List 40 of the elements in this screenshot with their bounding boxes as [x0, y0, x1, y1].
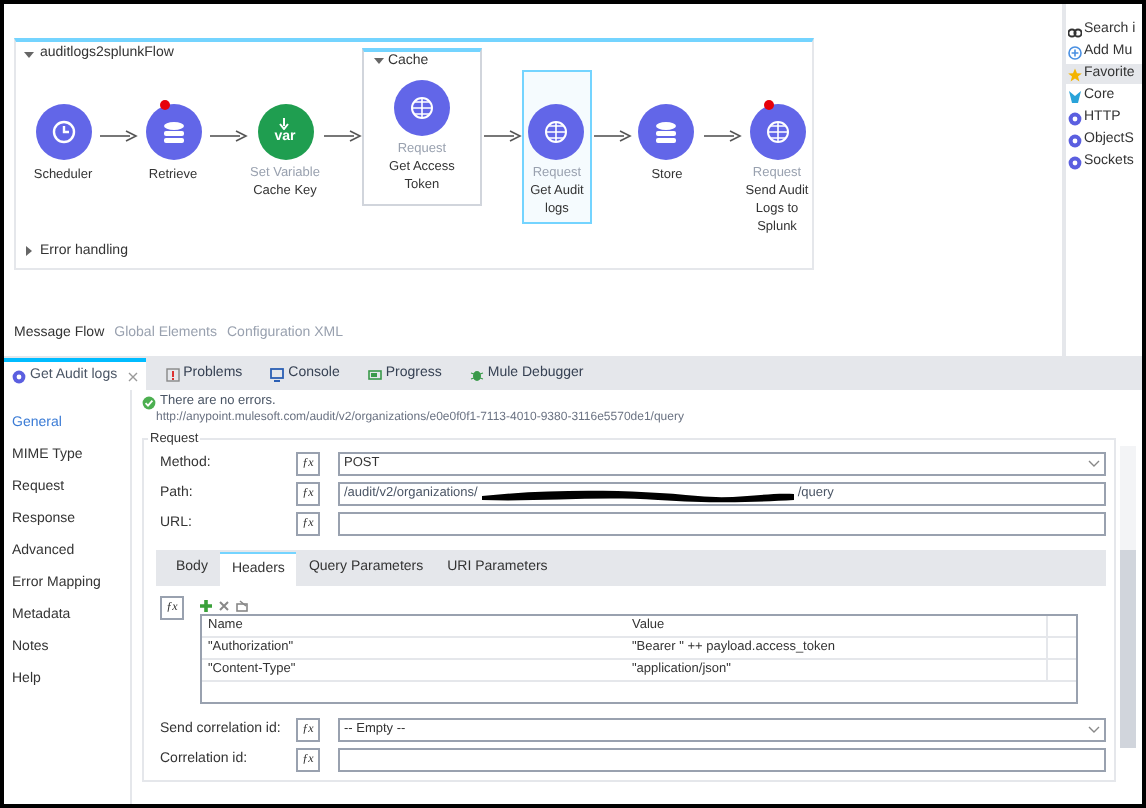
chevron-down-icon	[1088, 726, 1100, 734]
progress-icon	[367, 367, 382, 381]
globe-icon	[542, 117, 571, 145]
connector-arrow	[98, 127, 139, 143]
collapse-icon	[22, 47, 36, 62]
star-icon	[1068, 67, 1082, 81]
chevron-down-icon	[1088, 460, 1100, 468]
monitor-icon	[270, 367, 285, 381]
module-icon	[12, 369, 26, 383]
add-icon	[200, 599, 212, 611]
expand-icon	[22, 244, 36, 259]
connector-arrow	[702, 127, 742, 143]
component-node[interactable]	[749, 103, 805, 159]
database-icon	[159, 117, 188, 145]
connector-arrow	[208, 127, 249, 143]
problems-icon	[165, 367, 180, 381]
input-field[interactable]	[338, 748, 1106, 772]
clock-icon	[49, 117, 77, 145]
down-arrow-icon	[278, 118, 291, 130]
scrollbar[interactable]	[1120, 446, 1136, 748]
collapse-icon	[371, 54, 386, 69]
component-node[interactable]	[528, 103, 585, 159]
check-icon	[142, 395, 156, 409]
delete-icon	[218, 599, 230, 611]
database-icon	[652, 117, 681, 145]
add-icon	[1068, 45, 1082, 59]
connector-arrow	[321, 127, 362, 143]
bug-icon	[469, 367, 484, 381]
component-node[interactable]	[145, 103, 202, 159]
input-field[interactable]	[338, 512, 1106, 536]
connector-arrow	[591, 127, 632, 143]
component-node[interactable]	[393, 80, 450, 136]
edit-icon	[236, 599, 248, 611]
component-node[interactable]	[35, 103, 91, 159]
core-icon	[1068, 89, 1082, 103]
binoculars-icon	[1068, 23, 1082, 37]
connector-arrow	[481, 127, 522, 143]
globe-icon	[763, 117, 791, 145]
component-node[interactable]	[638, 103, 695, 159]
globe-icon	[407, 94, 436, 122]
